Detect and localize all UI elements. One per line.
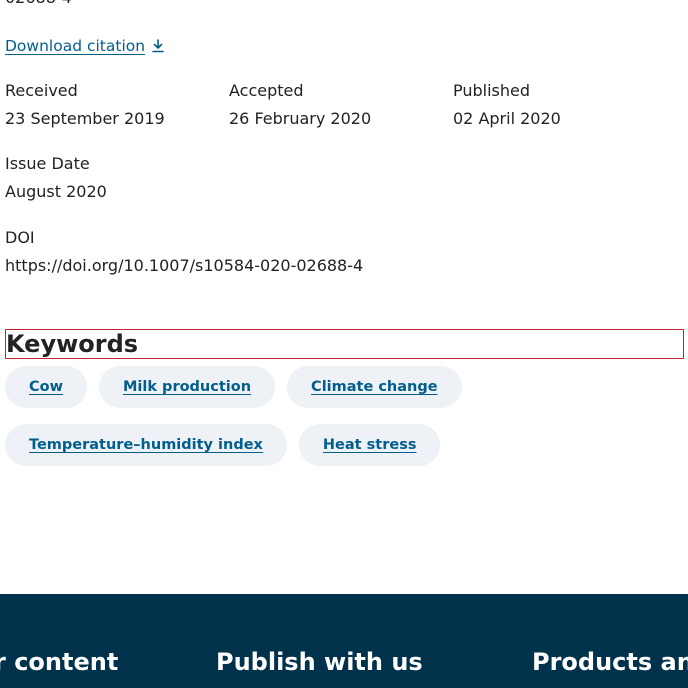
issue-date-value: August 2020 bbox=[5, 182, 107, 201]
keywords-row-1: Cow Milk production Climate change bbox=[5, 366, 685, 408]
footer-heading-products[interactable]: Products and bbox=[532, 647, 688, 677]
keywords-list: Cow Milk production Climate change Tempe… bbox=[5, 366, 685, 482]
keyword-chip-cow[interactable]: Cow bbox=[5, 366, 87, 408]
download-citation-label: Download citation bbox=[5, 37, 146, 55]
published-label: Published bbox=[453, 81, 531, 100]
keyword-chip-heat-stress[interactable]: Heat stress bbox=[298, 424, 441, 466]
published-value: 02 April 2020 bbox=[453, 109, 561, 128]
site-footer: r content Publish with us Products and bbox=[0, 594, 688, 688]
download-icon bbox=[151, 39, 165, 53]
doi-label: DOI bbox=[5, 228, 35, 247]
doi-value: https://doi.org/10.1007/s10584-020-02688… bbox=[5, 256, 364, 275]
received-label: Received bbox=[5, 81, 78, 100]
footer-heading-publish[interactable]: Publish with us bbox=[216, 647, 423, 677]
issue-date-label: Issue Date bbox=[5, 154, 90, 173]
download-citation-link[interactable]: Download citation bbox=[5, 35, 165, 57]
doi-suffix-partial: 02688-4 bbox=[5, 0, 72, 8]
received-date: Received 23 September 2019 bbox=[5, 81, 165, 129]
accepted-date: Accepted 26 February 2020 bbox=[229, 81, 371, 129]
keyword-chip-temperature-humidity-index[interactable]: Temperature–humidity index bbox=[5, 424, 287, 466]
keywords-row-2: Temperature–humidity index Heat stress bbox=[5, 424, 685, 466]
doi-block: DOI https://doi.org/10.1007/s10584-020-0… bbox=[5, 228, 363, 276]
published-date: Published 02 April 2020 bbox=[453, 81, 561, 129]
keyword-chip-milk-production[interactable]: Milk production bbox=[99, 366, 276, 408]
keyword-chip-climate-change[interactable]: Climate change bbox=[287, 366, 462, 408]
keywords-heading: Keywords bbox=[5, 329, 684, 359]
issue-date: Issue Date August 2020 bbox=[5, 154, 107, 202]
article-info-page: 02688-4 Download citation Received 23 Se… bbox=[0, 0, 688, 688]
accepted-value: 26 February 2020 bbox=[229, 109, 372, 128]
received-value: 23 September 2019 bbox=[5, 109, 165, 128]
accepted-label: Accepted bbox=[229, 81, 304, 100]
footer-heading-content[interactable]: r content bbox=[0, 647, 118, 677]
